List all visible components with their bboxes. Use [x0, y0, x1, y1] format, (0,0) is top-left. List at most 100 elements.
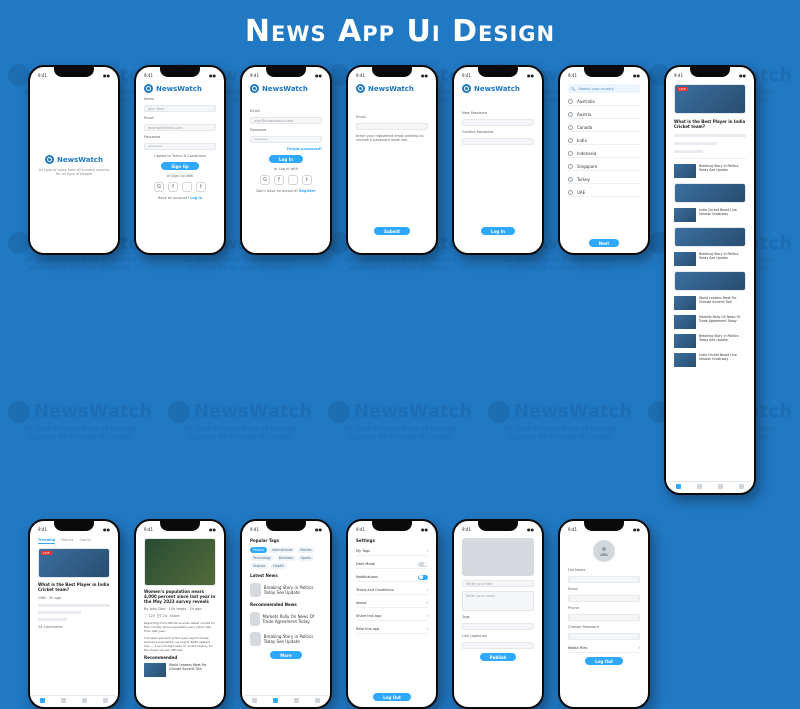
tag-chip[interactable]: Sports [298, 555, 314, 561]
tab-profile-icon[interactable] [739, 484, 744, 489]
twitter-icon[interactable]: t [196, 182, 206, 192]
splash-tagline: All type of news from all trusted source… [38, 168, 110, 176]
country-item[interactable]: Canada [568, 123, 640, 132]
apple-icon[interactable] [288, 175, 298, 185]
terms-checkbox[interactable]: I agree to Terms & Conditions [144, 154, 216, 158]
profile-logout-button[interactable]: Log Out [585, 657, 623, 665]
country-next-button[interactable]: Next [589, 239, 620, 247]
feed-item[interactable]: Breaking Story in Politics Today See Upd… [674, 334, 746, 348]
forgot-link[interactable]: Forgot password? [287, 147, 322, 151]
google-icon[interactable]: G [154, 182, 164, 192]
tab-bookmark-icon[interactable] [718, 484, 723, 489]
tab-search-icon[interactable] [697, 484, 702, 489]
tab-home-icon[interactable] [40, 698, 45, 703]
image-upload-area[interactable] [462, 538, 534, 576]
feed-item[interactable]: India Cricket Board Live Session Underwa… [674, 208, 746, 222]
login-password-field[interactable]: ******** [250, 136, 322, 143]
publish-button[interactable]: Publish [480, 653, 517, 661]
login-email-field[interactable]: user@newswatch.com [250, 117, 322, 124]
forgot-submit-button[interactable]: Submit [374, 227, 410, 235]
settings-item[interactable]: Rate this app› [356, 625, 428, 634]
rec-item[interactable]: Markets Rally On News Of Trade Agreement… [250, 611, 322, 627]
tag-chip[interactable]: Movies [297, 547, 314, 553]
tag-chips: Politics International Movies Technology… [250, 547, 322, 569]
feed-item[interactable]: India Cricket Board Live Session Underwa… [674, 353, 746, 367]
feed-item[interactable]: Breaking Story in Politics Today See Upd… [674, 252, 746, 266]
tab-profile-icon[interactable] [103, 698, 108, 703]
password-field[interactable]: ******** [144, 143, 216, 150]
apple-icon[interactable] [182, 182, 192, 192]
confirm-password-field[interactable] [462, 138, 534, 145]
tab-sports[interactable]: Sports [79, 538, 90, 544]
facebook-icon[interactable]: f [274, 175, 284, 185]
post-body-input[interactable]: Write your news... [462, 591, 534, 611]
feed-item[interactable]: Markets Rally On News Of Trade Agreement… [674, 315, 746, 329]
tab-bookmark-icon[interactable] [82, 698, 87, 703]
tag-chip[interactable]: Business [276, 555, 296, 561]
chevron-right-icon: › [639, 646, 640, 650]
tag-chip[interactable]: Politics [250, 547, 267, 553]
feed-item[interactable]: Breaking Story in Politics Today See Upd… [674, 164, 746, 178]
rec-item[interactable]: Breaking Story in Politics Today See Upd… [250, 631, 322, 647]
post-link-input[interactable] [462, 642, 534, 649]
new-password-field[interactable] [462, 119, 534, 126]
settings-item[interactable]: About› [356, 599, 428, 608]
google-icon[interactable]: G [260, 175, 270, 185]
mockup-splash: 9:41●● NewsWatch All type of news from a… [28, 65, 120, 255]
login-link[interactable]: Log In [190, 196, 202, 200]
comment-button[interactable]: 💬 24 [157, 614, 167, 618]
hero-title[interactable]: What is the Best Player in India Cricket… [38, 582, 110, 592]
recommended-item[interactable]: World Leaders Meet For Climate Summit Ta… [144, 663, 216, 677]
tab-trending[interactable]: Trending [38, 538, 55, 544]
more-button[interactable]: More [270, 651, 301, 659]
profile-email-input[interactable] [568, 595, 640, 602]
tag-chip[interactable]: Science [250, 563, 268, 569]
name-field[interactable]: John Doe [144, 105, 216, 112]
tag-chip[interactable]: International [269, 547, 295, 553]
profile-password-input[interactable] [568, 633, 640, 640]
profile-phone-input[interactable] [568, 614, 640, 621]
country-item[interactable]: UAE [568, 188, 640, 197]
country-item[interactable]: Austria [568, 110, 640, 119]
tab-politics[interactable]: Politics [61, 538, 73, 544]
profile-name-input[interactable] [568, 576, 640, 583]
settings-item[interactable]: Share this app› [356, 612, 428, 621]
toggle-darkmode[interactable] [418, 562, 428, 567]
settings-logout-button[interactable]: Log Out [373, 693, 411, 701]
tab-home-icon[interactable] [676, 484, 681, 489]
country-item[interactable]: Australia [568, 97, 640, 106]
live-badge: LIVE [677, 87, 688, 91]
mockup-feed-tall: 9:41●● LIVE What is the Best Player in I… [664, 65, 756, 495]
country-search-input[interactable]: 🔍Search your country [568, 84, 640, 93]
facebook-icon[interactable]: f [168, 182, 178, 192]
country-item[interactable]: Indonesia [568, 149, 640, 158]
settings-item[interactable]: Terms and Conditions› [356, 586, 428, 595]
toggle-notifications[interactable] [418, 575, 428, 580]
country-item[interactable]: India [568, 136, 640, 145]
signup-button[interactable]: Sign Up [161, 162, 198, 170]
feed-item[interactable]: World Leaders Meet For Climate Summit Ta… [674, 296, 746, 310]
feed-hero-title[interactable]: What is the Best Player in India Cricket… [674, 119, 746, 129]
login-button[interactable]: Log In [269, 155, 303, 163]
user-icon [598, 545, 610, 557]
mockup-tags: 9:41●● Popular Tags Politics Internation… [240, 519, 332, 709]
like-button[interactable]: ♡ 120 [144, 614, 155, 618]
country-item[interactable]: Singapore [568, 162, 640, 171]
share-button[interactable]: Share [169, 614, 179, 618]
post-tags-input[interactable] [462, 623, 534, 630]
avatar[interactable] [593, 540, 615, 562]
settings-item[interactable]: My Tags› [356, 547, 428, 556]
post-title-input[interactable]: Write your title [462, 580, 534, 587]
settings-item[interactable]: Notifications [356, 573, 428, 582]
reset-login-button[interactable]: Log In [481, 227, 515, 235]
country-item[interactable]: Turkey [568, 175, 640, 184]
tab-search-icon[interactable] [61, 698, 66, 703]
tag-chip[interactable]: Health [270, 563, 286, 569]
settings-item[interactable]: Dark Mode [356, 560, 428, 569]
tag-chip[interactable]: Technology [250, 555, 274, 561]
forgot-email-field[interactable] [356, 123, 428, 130]
twitter-icon[interactable]: t [302, 175, 312, 185]
register-link[interactable]: Register [299, 189, 316, 193]
latest-item[interactable]: Breaking Story in Politics Today See Upd… [250, 582, 322, 598]
email-field[interactable]: example@mail.com [144, 124, 216, 131]
